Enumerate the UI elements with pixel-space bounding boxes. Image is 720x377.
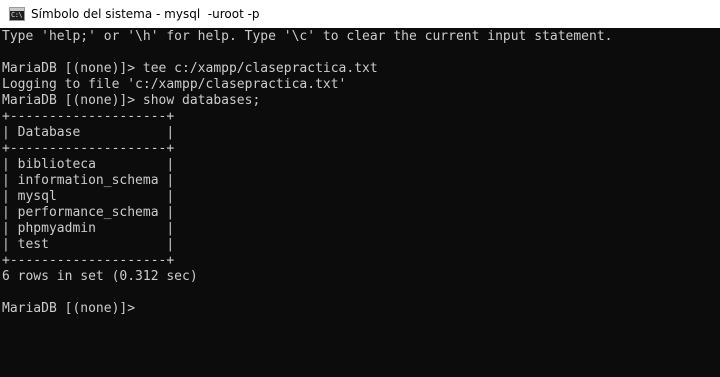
show-databases-command-line: MariaDB [(none)]> show databases; [2,93,261,108]
table-row: | performance_schema | [2,205,175,220]
command-prompt-icon: C:\ [9,7,25,21]
help-hint-line: Type 'help;' or '\h' for help. Type '\c'… [2,29,613,44]
table-border-header: +--------------------+ [2,141,175,156]
table-row: | test | [2,237,175,252]
console-output[interactable]: Type 'help;' or '\h' for help. Type '\c'… [2,28,720,377]
table-border-bottom: +--------------------+ [2,253,175,268]
title-bar[interactable]: C:\ Símbolo del sistema - mysql -uroot -… [0,0,720,28]
prompt-line[interactable]: MariaDB [(none)]> [2,301,720,317]
table-row: | biblioteca | [2,157,175,172]
table-border-top: +--------------------+ [2,109,175,124]
window-title: Símbolo del sistema - mysql -uroot -p [31,7,260,21]
table-row: | mysql | [2,189,175,204]
table-header-row: | Database | [2,125,175,140]
logging-message-line: Logging to file 'c:/xampp/clasepractica.… [2,77,347,92]
tee-command-line: MariaDB [(none)]> tee c:/xampp/claseprac… [2,61,378,76]
table-row: | information_schema | [2,173,175,188]
row-count-line: 6 rows in set (0.312 sec) [2,269,198,284]
table-row: | phpmyadmin | [2,221,175,236]
command-prompt-window: C:\ Símbolo del sistema - mysql -uroot -… [0,0,720,377]
